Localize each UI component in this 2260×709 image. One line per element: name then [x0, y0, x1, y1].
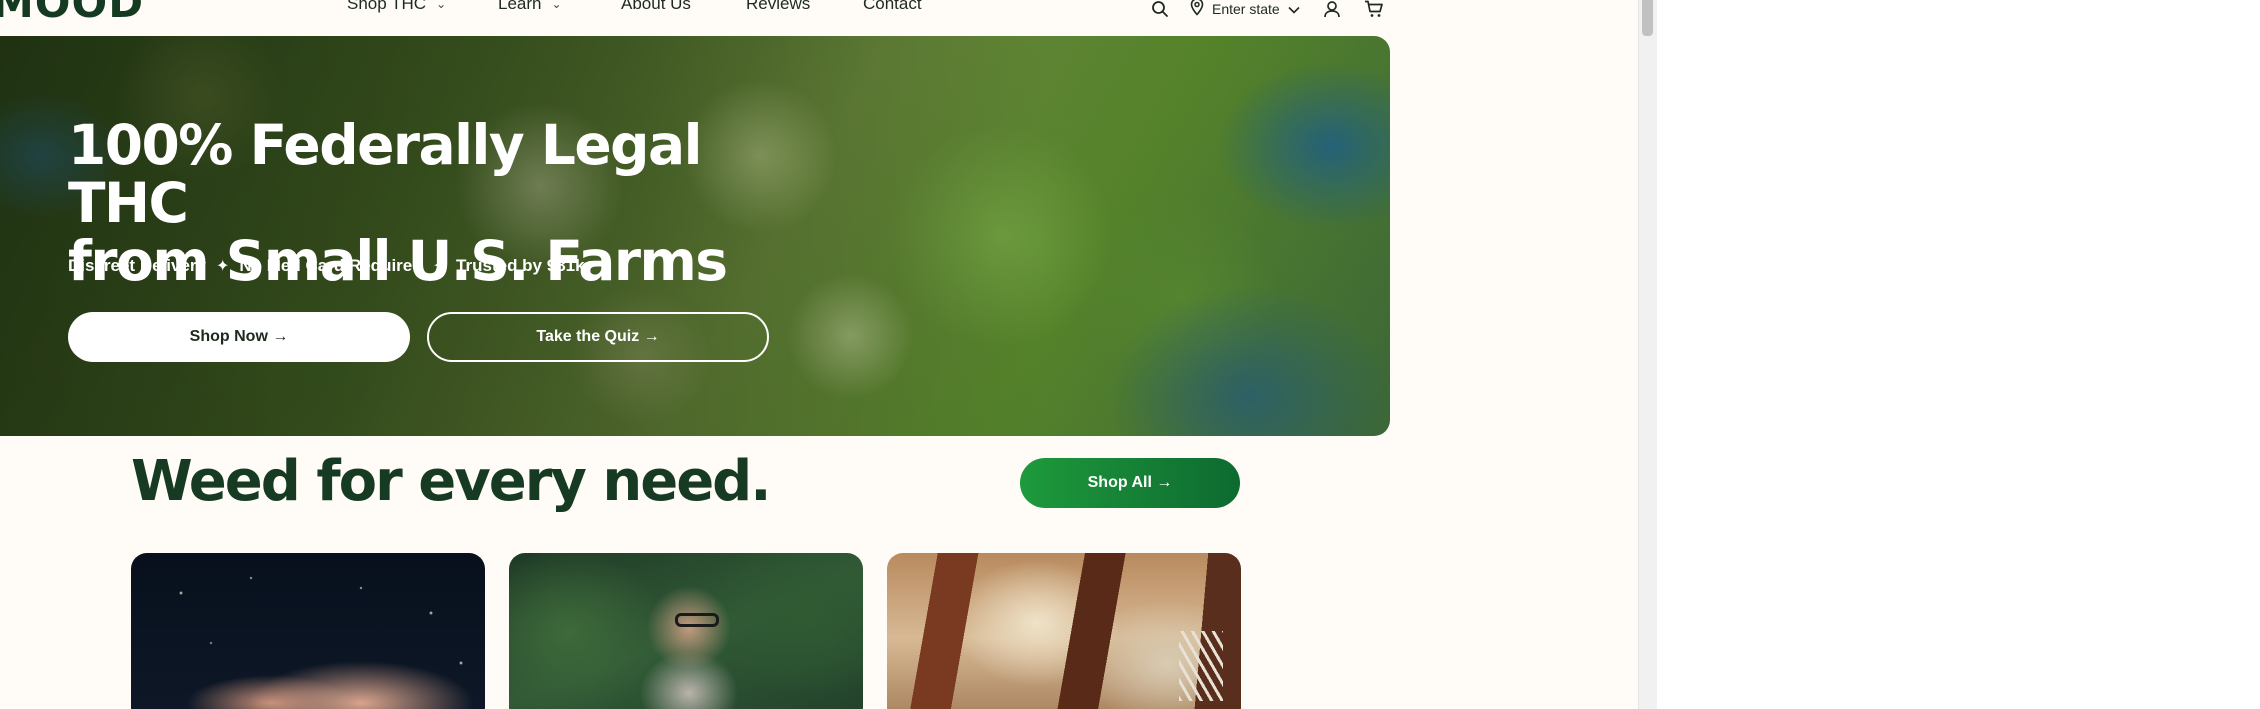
sparkle-icon: ✦ [432, 258, 447, 275]
nav-label: About Us [621, 0, 691, 13]
sparkle-icon: ✦ [215, 258, 230, 275]
hero-title-line-1: 100% Federally Legal THC [68, 113, 703, 235]
glasses-image-detail [675, 613, 719, 627]
hammock-image-detail [1179, 631, 1223, 701]
shop-all-button[interactable]: Shop All → [1020, 458, 1240, 508]
nav-label: Shop THC [347, 0, 427, 13]
section-title: Weed for every need. [131, 449, 772, 514]
nav-about-us[interactable]: About Us [621, 0, 691, 14]
feature-discreet-delivery: Discreet Delivery [68, 256, 206, 275]
state-selector[interactable]: Enter state [1190, 0, 1300, 19]
nav-label: Learn [498, 0, 542, 13]
nav-learn[interactable]: Learn ⌄ [498, 0, 562, 14]
page: MOOD Shop THC ⌄ Learn ⌄ About Us Reviews… [0, 0, 1638, 709]
brand-logo[interactable]: MOOD [0, 0, 144, 27]
chevron-down-icon: ⌄ [436, 0, 447, 11]
nav-shop-thc[interactable]: Shop THC ⌄ [347, 0, 446, 14]
scrollbar-thumb[interactable] [1642, 0, 1653, 36]
account-icon[interactable] [1320, 0, 1344, 20]
product-card-forest-man[interactable] [509, 553, 863, 709]
shop-now-button[interactable]: Shop Now → [68, 312, 410, 362]
chevron-down-icon: ⌄ [551, 0, 562, 11]
cart-icon[interactable] [1362, 0, 1386, 20]
search-icon[interactable] [1148, 0, 1172, 20]
feature-trusted-by: Trusted by 981k+ [456, 256, 595, 275]
product-card-night-sky[interactable] [131, 553, 485, 709]
nav-contact[interactable]: Contact [863, 0, 922, 14]
page-scrollbar[interactable] [1638, 0, 1657, 709]
take-quiz-button[interactable]: Take the Quiz → [427, 312, 769, 362]
state-selector-label: Enter state [1212, 0, 1280, 17]
nav-label: Contact [863, 0, 922, 13]
nav-reviews[interactable]: Reviews [746, 0, 810, 14]
feature-no-med-card: No Med Card Required [239, 256, 423, 275]
nav-label: Reviews [746, 0, 811, 13]
hero-features: Discreet Delivery ✦ No Med Card Required… [68, 256, 594, 276]
location-pin-icon [1190, 0, 1204, 19]
chevron-down-icon [1288, 1, 1300, 17]
hero-banner: 100% Federally Legal THC from Small U.S.… [0, 36, 1390, 436]
product-card-hammock[interactable] [887, 553, 1241, 709]
